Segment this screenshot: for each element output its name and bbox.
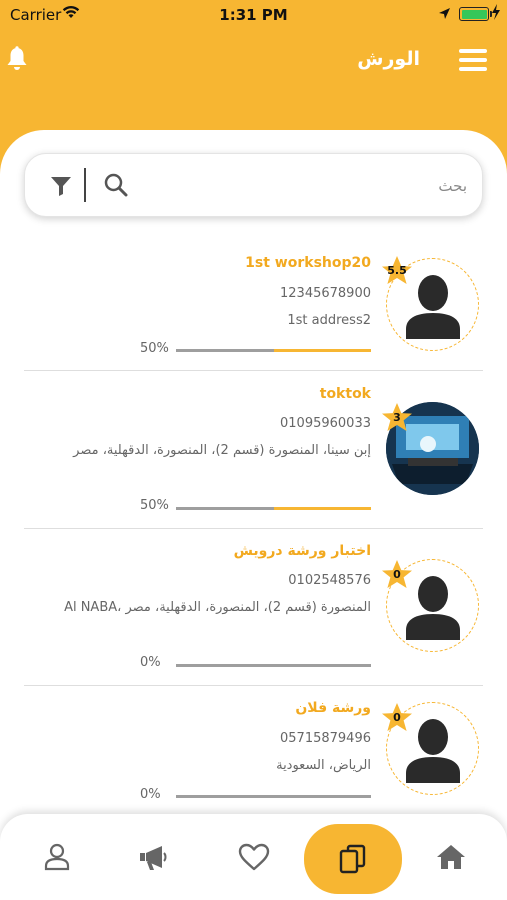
workshop-phone: 12345678900 — [280, 286, 371, 301]
row-divider — [24, 685, 483, 686]
workshop-address: 1st address2 — [287, 313, 371, 328]
profile-icon[interactable] — [32, 832, 82, 882]
hamburger-menu-icon[interactable] — [459, 49, 487, 71]
heart-icon[interactable] — [229, 832, 279, 882]
rating-value: 0 — [393, 711, 401, 724]
workshop-phone: 01095960033 — [280, 416, 371, 431]
workshop-name: toktok — [319, 386, 371, 402]
workshop-phone: 05715879496 — [280, 731, 371, 746]
progress-label: 0% — [140, 655, 161, 670]
search-icon[interactable] — [103, 172, 129, 202]
search-bar[interactable] — [24, 153, 483, 217]
rating-badge: 0 — [381, 559, 413, 591]
location-arrow-icon — [438, 6, 451, 24]
workshop-name: اختبار ورشة درويش — [233, 543, 371, 559]
rating-badge: 3 — [381, 402, 413, 434]
workshop-name: ورشة فلان — [295, 700, 371, 716]
progress-bar — [176, 507, 371, 510]
row-divider — [24, 370, 483, 371]
rating-badge: 5.5 — [381, 255, 413, 287]
filter-icon[interactable] — [50, 176, 72, 200]
status-bar: Carrier 1:31 PM — [0, 0, 507, 30]
row-divider — [24, 528, 483, 529]
workshop-name: 1st workshop20 — [245, 255, 371, 271]
rating-value: 3 — [393, 411, 401, 424]
battery-icon — [459, 7, 492, 21]
bottom-tab-bar — [0, 814, 507, 900]
charging-bolt-icon — [491, 4, 501, 24]
search-input[interactable] — [145, 168, 467, 204]
rating-value: 5.5 — [387, 264, 407, 277]
progress-label: 50% — [140, 341, 169, 356]
progress-label: 0% — [140, 787, 161, 802]
status-time: 1:31 PM — [219, 6, 288, 24]
home-icon[interactable] — [426, 832, 476, 882]
copy-documents-icon[interactable] — [304, 824, 402, 894]
rating-badge: 0 — [381, 702, 413, 734]
megaphone-icon[interactable] — [128, 832, 178, 882]
page-title: الورش — [357, 48, 420, 70]
workshop-address: إبن سينا، المنصورة (قسم 2)، المنصورة، ال… — [73, 443, 371, 458]
progress-bar — [176, 349, 371, 352]
bell-icon[interactable] — [6, 46, 28, 76]
workshop-address: الرياض، السعودية — [276, 758, 371, 773]
rating-value: 0 — [393, 568, 401, 581]
search-divider — [84, 168, 86, 202]
workshop-address: Al NABA، المنصورة (قسم 2)، المنصورة، الد… — [64, 600, 371, 615]
workshop-phone: 0102548576 — [288, 573, 371, 588]
progress-bar — [176, 664, 371, 667]
progress-bar — [176, 795, 371, 798]
progress-label: 50% — [140, 498, 169, 513]
